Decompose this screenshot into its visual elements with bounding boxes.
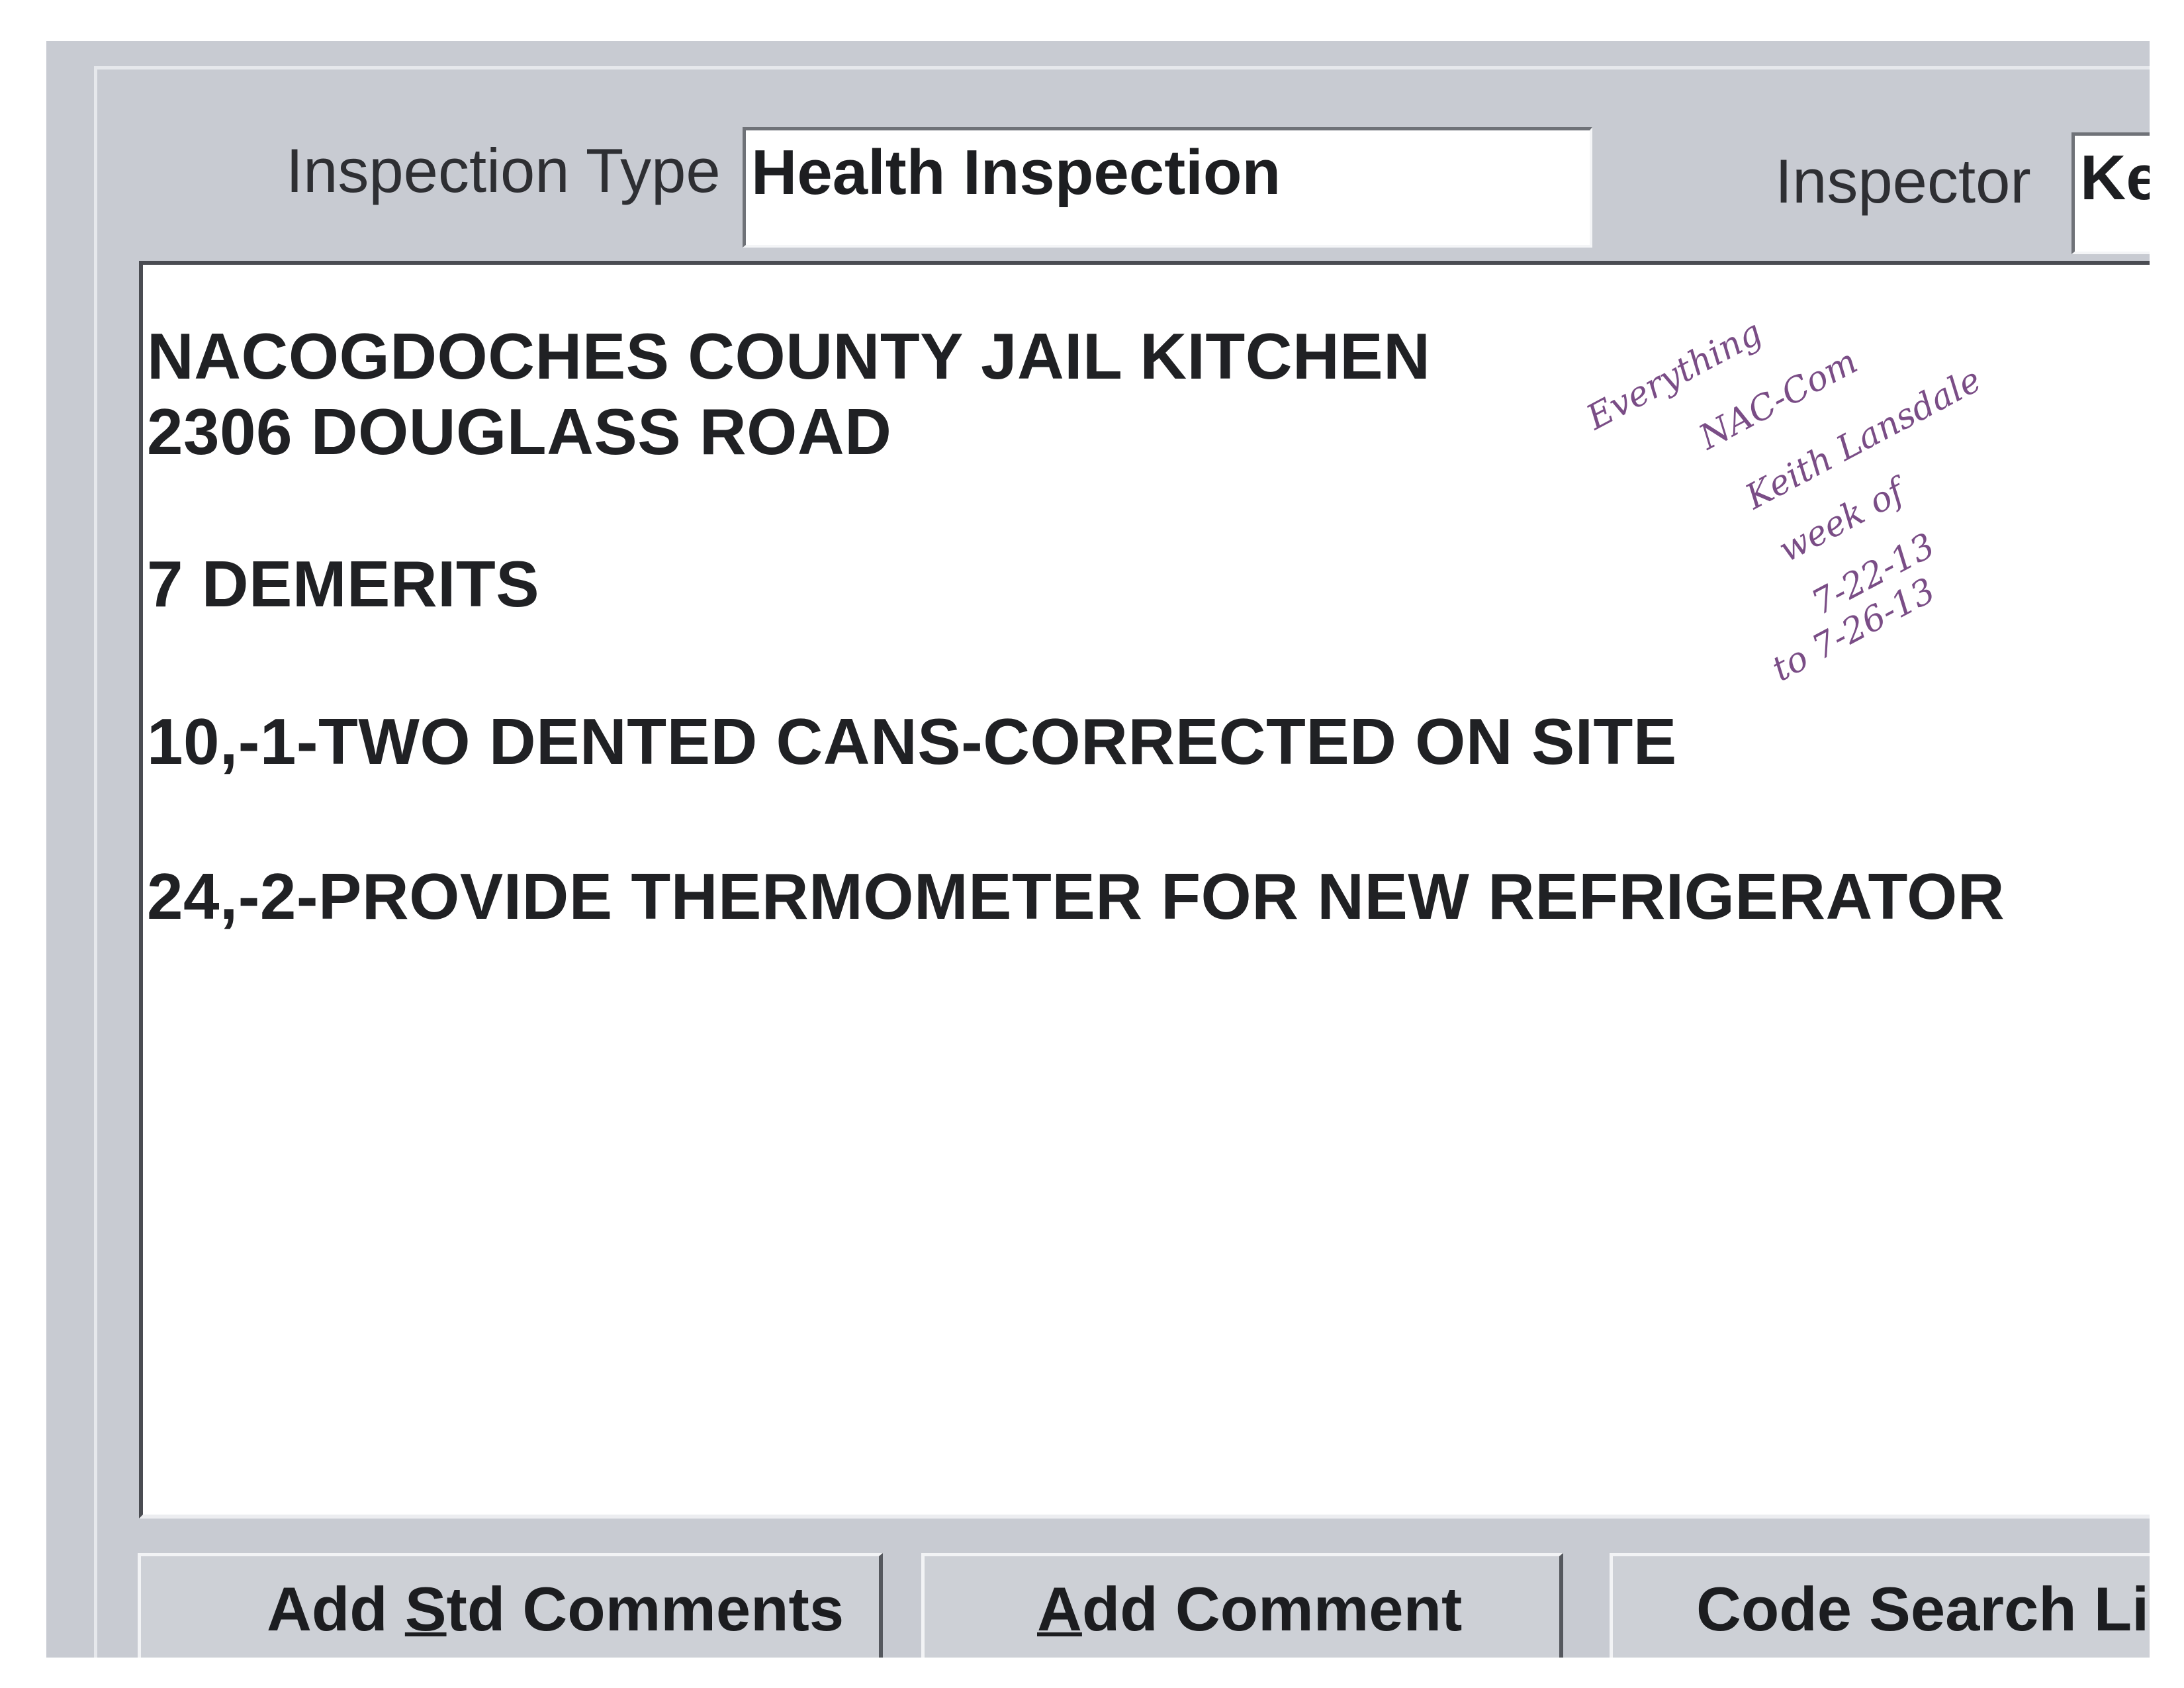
- add-std-comments-button[interactable]: Add Std Comments: [138, 1553, 883, 1658]
- inspector-field[interactable]: Ke: [2071, 132, 2150, 254]
- button-label-part: dd Comment: [1081, 1574, 1463, 1644]
- inspection-type-value: Health Inspection: [751, 137, 1281, 208]
- button-label-part: td Comments: [446, 1574, 844, 1644]
- button-label-part: Add: [267, 1574, 405, 1644]
- button-label: Code Search Li: [1696, 1574, 2150, 1644]
- code-search-button[interactable]: Code Search Li: [1610, 1553, 2150, 1658]
- inspection-type-field[interactable]: Health Inspection: [743, 127, 1592, 248]
- button-label-mnemonic: A: [1037, 1574, 1082, 1644]
- comment-line: 24,-2-PROVIDE THERMOMETER FOR NEW REFRIG…: [147, 860, 2005, 933]
- button-label-mnemonic: S: [404, 1574, 447, 1644]
- comment-line: 10,-1-TWO DENTED CANS-CORRECTED ON SITE: [147, 705, 1677, 778]
- inspector-label: Inspector: [1775, 146, 2031, 216]
- handwritten-note: EverythingNAC-ComKeith Lansdaleweek of7-…: [1580, 312, 1987, 689]
- add-comment-button[interactable]: Add Comment: [921, 1553, 1563, 1658]
- comment-line: 7 DEMERITS: [147, 547, 540, 620]
- comment-line: 2306 DOUGLASS ROAD: [147, 395, 892, 468]
- inspection-type-label: Inspection Type: [286, 136, 721, 205]
- inspection-window: Inspection Type Health Inspection Inspec…: [46, 41, 2150, 1658]
- comment-line: NACOGDOCHES COUNTY JAIL KITCHEN: [147, 320, 1431, 393]
- inspector-value: Ke: [2080, 142, 2150, 213]
